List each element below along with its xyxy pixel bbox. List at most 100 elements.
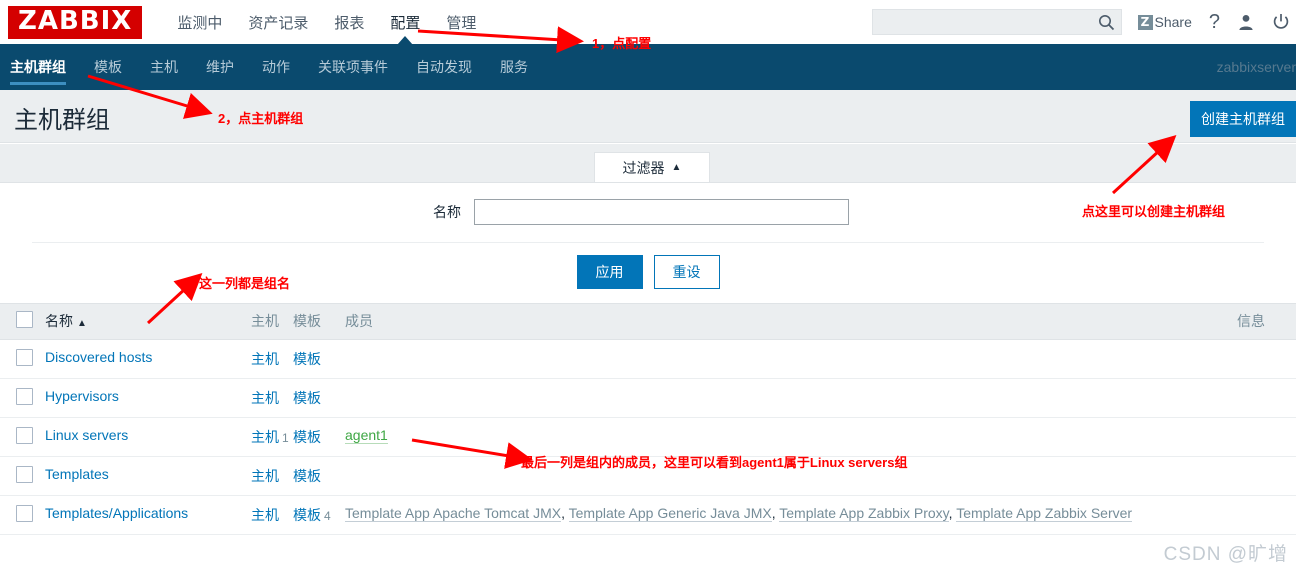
sub-nav-item-label: 主机: [150, 59, 178, 75]
group-name-link[interactable]: Discovered hosts: [45, 349, 152, 365]
templates-link[interactable]: 模板: [293, 468, 321, 484]
main-menu-item-2[interactable]: 报表: [321, 0, 377, 44]
sidebar-item-3[interactable]: 维护: [192, 44, 248, 90]
row-checkbox[interactable]: [16, 504, 33, 522]
sort-ascending-icon: ▲: [77, 318, 87, 330]
main-menu-item-0[interactable]: 监测中: [164, 0, 235, 44]
sub-nav-item-label: 服务: [500, 59, 528, 75]
sidebar-item-5[interactable]: 关联项事件: [304, 44, 402, 90]
page-title-strip: [0, 90, 1296, 143]
main-menu-item-label: 监测中: [177, 14, 223, 32]
column-header-hosts: 主机: [250, 304, 292, 340]
table-row: Linux servers 主机 1 模板 agent1: [0, 417, 1296, 457]
hosts-link[interactable]: 主机: [251, 351, 279, 367]
main-menu-item-4[interactable]: 管理: [433, 0, 489, 44]
column-header-name[interactable]: 名称 ▲: [44, 304, 250, 340]
sub-nav-item-label: 动作: [262, 59, 290, 75]
hosts-cell: 主机: [250, 378, 292, 418]
group-name-link[interactable]: Hypervisors: [45, 388, 119, 404]
members-cell: agent1: [344, 417, 1236, 457]
group-name-cell: Templates/Applications: [44, 495, 250, 535]
sidebar-item-1[interactable]: 模板: [80, 44, 136, 90]
info-cell: [1236, 417, 1296, 457]
apply-button[interactable]: 应用: [576, 255, 643, 289]
row-checkbox[interactable]: [16, 426, 33, 444]
member-link[interactable]: agent1: [345, 426, 388, 444]
templates-cell: 模板: [292, 378, 344, 418]
select-all-cell: [0, 304, 44, 340]
power-icon[interactable]: [1272, 13, 1290, 31]
create-host-group-button[interactable]: 创建主机群组: [1190, 101, 1296, 137]
member-link[interactable]: Template App Zabbix Proxy: [779, 504, 949, 522]
column-header-info: 信息: [1236, 304, 1296, 340]
hosts-cell: 主机: [250, 456, 292, 496]
filter-tab-label: 过滤器: [622, 159, 665, 176]
help-icon[interactable]: ?: [1209, 11, 1220, 34]
hosts-link[interactable]: 主机: [251, 507, 279, 523]
row-select-cell: [0, 378, 44, 418]
hosts-link[interactable]: 主机: [251, 429, 279, 445]
table-row: Hypervisors 主机 模板: [0, 378, 1296, 418]
info-cell: [1236, 339, 1296, 379]
templates-link[interactable]: 模板: [293, 429, 321, 445]
user-icon[interactable]: [1237, 13, 1255, 31]
group-name-cell: Templates: [44, 456, 250, 496]
templates-link[interactable]: 模板: [293, 351, 321, 367]
sidebar-item-0[interactable]: 主机群组: [0, 44, 80, 90]
share-button[interactable]: Z Share: [1137, 14, 1192, 30]
hosts-cell: 主机: [250, 495, 292, 535]
members-cell: [344, 339, 1236, 379]
zabbix-share-icon: Z: [1137, 14, 1153, 30]
server-name-label: zabbixserver: [1216, 59, 1296, 75]
hosts-link[interactable]: 主机: [251, 468, 279, 484]
search-box[interactable]: [871, 9, 1122, 36]
zabbix-logo[interactable]: ZABBIX: [8, 5, 143, 39]
templates-link[interactable]: 模板: [293, 507, 321, 523]
table-header-row: 名称 ▲ 主机 模板 成员 信息: [0, 304, 1296, 340]
templates-cell: 模板: [292, 339, 344, 379]
reset-button[interactable]: 重设: [653, 255, 720, 289]
member-link[interactable]: Template App Generic Java JMX: [568, 504, 772, 522]
search-input[interactable]: [872, 10, 1091, 34]
member-link[interactable]: Template App Apache Tomcat JMX: [345, 504, 562, 522]
hosts-link[interactable]: 主机: [251, 390, 279, 406]
table-row: Templates/Applications 主机 模板 4 Template App …: [0, 495, 1296, 535]
page-title: 主机群组: [14, 107, 110, 134]
sidebar-item-7[interactable]: 服务: [486, 44, 542, 90]
row-checkbox[interactable]: [16, 387, 33, 405]
sub-nav-item-label: 主机群组: [10, 59, 66, 75]
member-separator: ,: [561, 504, 569, 521]
group-name-cell: Linux servers: [44, 417, 250, 457]
members-cell: [344, 378, 1236, 418]
hosts-cell: 主机 1: [250, 417, 292, 457]
filter-name-input[interactable]: [474, 199, 849, 225]
chevron-up-icon: ▲: [671, 162, 682, 173]
templates-cell: 模板: [292, 417, 344, 457]
info-cell: [1236, 456, 1296, 496]
header-actions: Z Share ?: [871, 0, 1290, 44]
group-name-link[interactable]: Templates: [45, 466, 109, 482]
host-groups-table-wrap: 名称 ▲ 主机 模板 成员 信息 Discovered hosts 主机 模板 Hype…: [0, 304, 1296, 535]
group-name-cell: Hypervisors: [44, 378, 250, 418]
group-name-link[interactable]: Linux servers: [45, 427, 128, 443]
main-menu-item-3[interactable]: 配置: [377, 0, 433, 45]
filter-tab[interactable]: 过滤器 ▲: [594, 152, 710, 182]
sidebar-item-4[interactable]: 动作: [248, 44, 304, 90]
group-name-cell: Discovered hosts: [44, 339, 250, 379]
select-all-checkbox[interactable]: [16, 311, 33, 329]
templates-link[interactable]: 模板: [293, 390, 321, 406]
main-menu-item-1[interactable]: 资产记录: [235, 0, 321, 44]
group-name-link[interactable]: Templates/Applications: [45, 505, 188, 521]
row-checkbox[interactable]: [16, 348, 33, 366]
row-select-cell: [0, 456, 44, 496]
member-link[interactable]: Template App Zabbix Server: [956, 504, 1133, 522]
sidebar-item-6[interactable]: 自动发现: [402, 44, 486, 90]
sidebar-item-2[interactable]: 主机: [136, 44, 192, 90]
row-select-cell: [0, 417, 44, 457]
hosts-count: 1: [282, 430, 289, 445]
hosts-cell: 主机: [250, 339, 292, 379]
row-checkbox[interactable]: [16, 465, 33, 483]
table-body: Discovered hosts 主机 模板 Hypervisors 主机 模板 Linux…: [0, 339, 1296, 535]
row-select-cell: [0, 495, 44, 535]
search-icon[interactable]: [1098, 14, 1115, 36]
